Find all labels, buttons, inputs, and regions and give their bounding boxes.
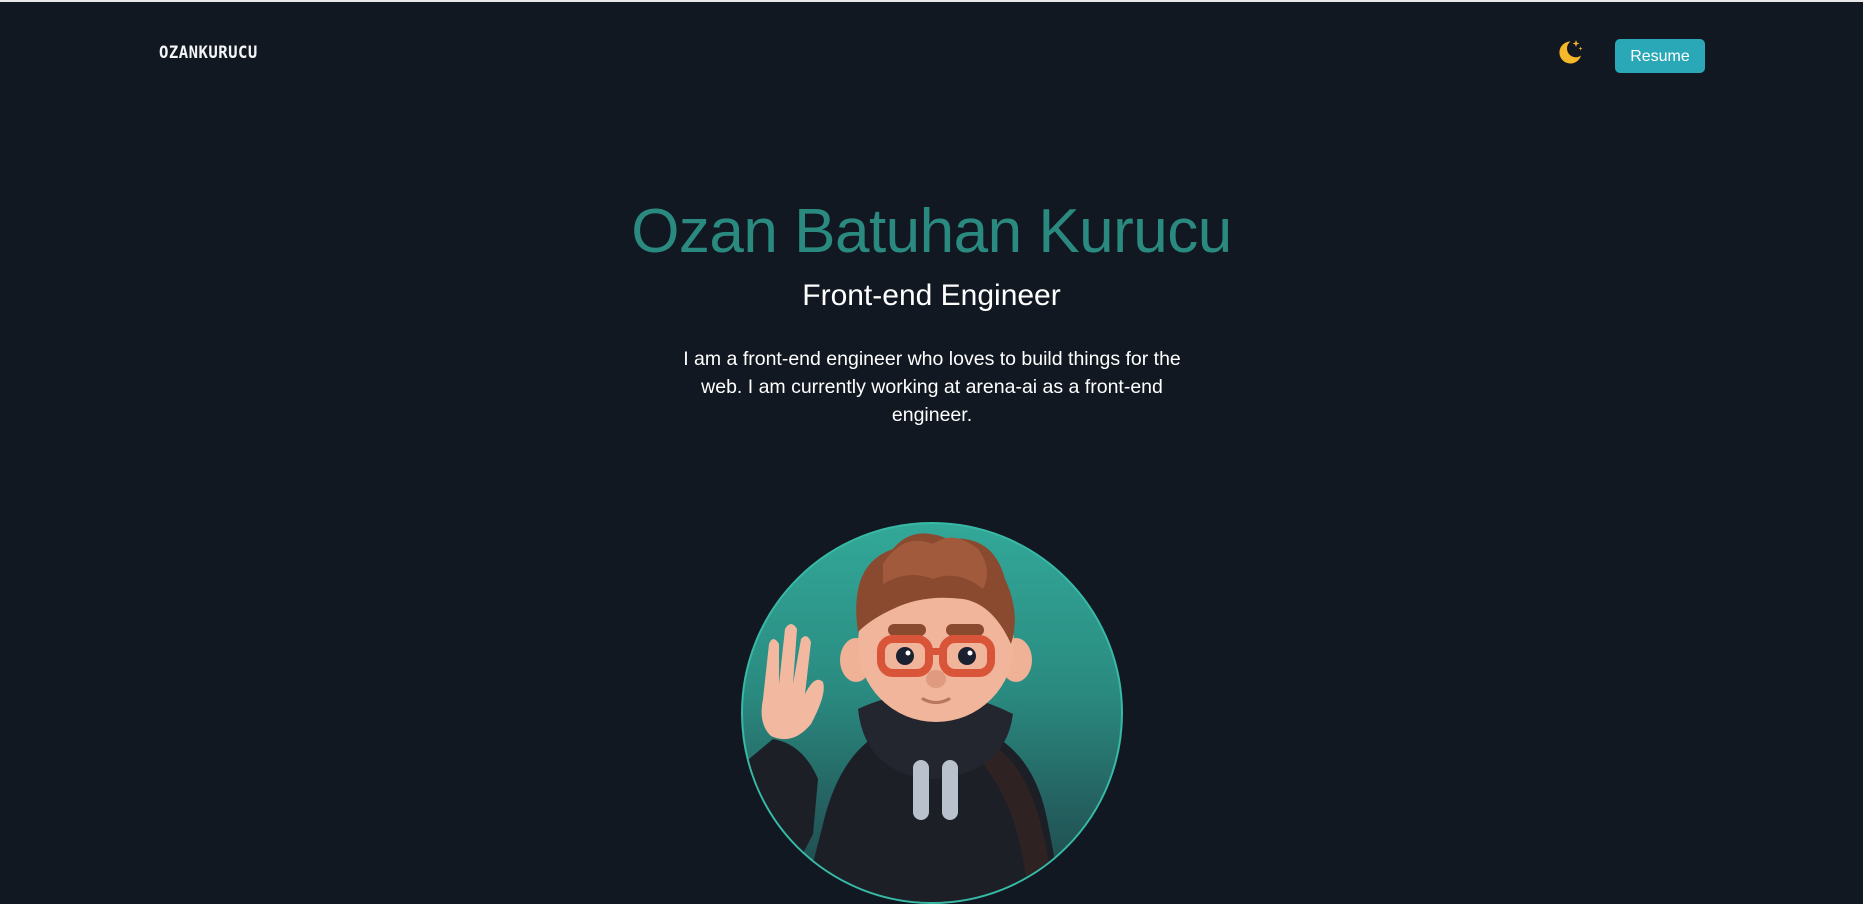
resume-button[interactable]: Resume <box>1615 39 1705 73</box>
hero-role: Front-end Engineer <box>802 279 1061 312</box>
window-top-edge <box>0 0 1863 2</box>
theme-toggle-button[interactable] <box>1552 36 1588 72</box>
site-logo[interactable]: OZANKURUCU <box>159 43 258 63</box>
moon-stars-icon <box>1555 37 1585 72</box>
profile-avatar <box>741 522 1123 904</box>
hero-bio: I am a front-end engineer who loves to b… <box>683 348 1181 426</box>
hero-name: Ozan Batuhan Kurucu <box>631 197 1232 266</box>
